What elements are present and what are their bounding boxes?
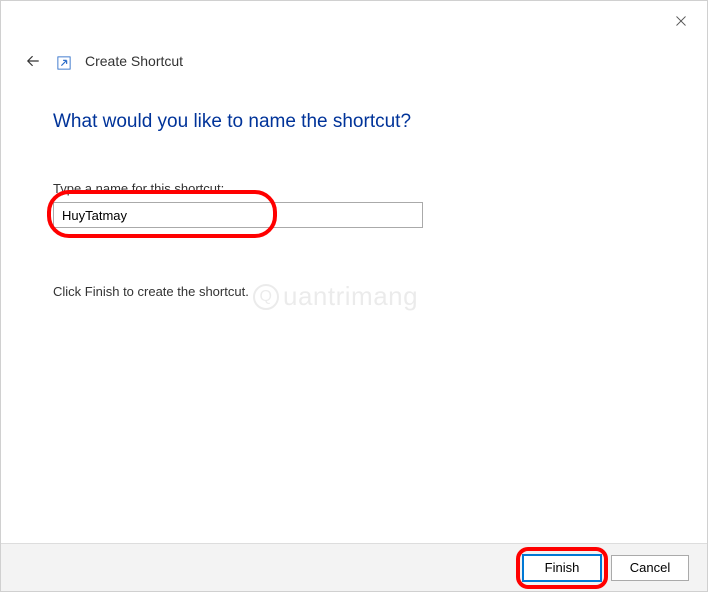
input-label: Type a name for this shortcut: xyxy=(53,181,655,196)
create-shortcut-dialog: Create Shortcut What would you like to n… xyxy=(0,0,708,592)
dialog-footer: Finish Cancel xyxy=(1,543,707,591)
finish-button[interactable]: Finish xyxy=(523,555,601,581)
dialog-title: Create Shortcut xyxy=(85,53,183,69)
dialog-content: What would you like to name the shortcut… xyxy=(1,71,707,299)
page-heading: What would you like to name the shortcut… xyxy=(53,111,655,133)
shortcut-icon xyxy=(57,56,71,70)
cancel-button[interactable]: Cancel xyxy=(611,555,689,581)
close-button[interactable] xyxy=(669,9,693,33)
instruction-text: Click Finish to create the shortcut. xyxy=(53,284,655,299)
back-button[interactable] xyxy=(23,51,43,71)
dialog-header: Create Shortcut xyxy=(1,1,707,71)
shortcut-name-input[interactable] xyxy=(53,202,423,228)
